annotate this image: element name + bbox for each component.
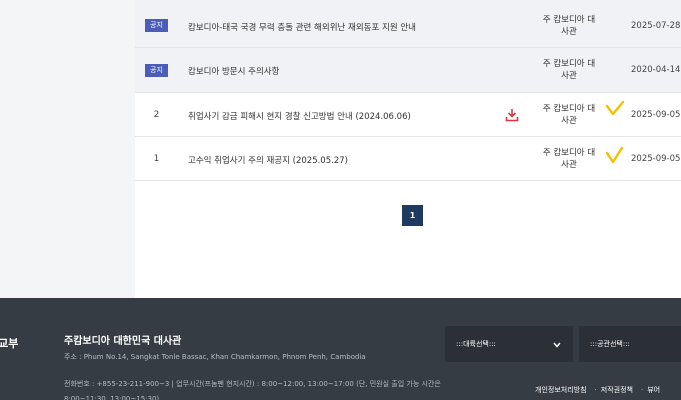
checkmark-icon [605, 100, 625, 116]
post-row[interactable]: 1 고수익 취업사기 주의 재공지 (2025.05.27) 주 캄보디아 대사… [135, 137, 681, 181]
chevron-down-icon [553, 342, 561, 348]
post-number: 1 [153, 154, 160, 164]
post-number: 2 [153, 110, 160, 120]
embassy-address: 주소 : Phum No.14, Sangkat Tonle Bassac, K… [64, 353, 366, 361]
notice-badge: 공지 [145, 19, 168, 32]
download-icon[interactable] [505, 108, 519, 122]
ministry-logo-text[interactable]: 외교부 [0, 335, 18, 351]
post-title-link[interactable]: 고수익 취업사기 주의 재공지 (2025.05.27) [188, 154, 348, 166]
notice-row[interactable]: 공지 캄보디아-태국 국경 무력 충돌 관련 해외위난 재외동포 지원 안내 주… [135, 0, 681, 48]
post-writer: 주 캄보디아 대사관 [542, 59, 596, 81]
left-sidebar-background [0, 0, 135, 298]
post-title-link[interactable]: 취업사기 감금 피해시 현지 경찰 신고방법 안내 (2024.06.06) [188, 110, 411, 122]
post-writer: 주 캄보디아 대사관 [542, 148, 596, 170]
footer-links: 개인정보처리방침 · 저작권정책 · 뷰어 [535, 385, 664, 395]
copyright-policy-link[interactable]: 저작권정책 [601, 386, 633, 394]
checkmark-icon [605, 146, 624, 164]
notice-row[interactable]: 공지 캄보디아 방문시 주의사항 주 캄보디아 대사관 2020-04-14 [135, 48, 681, 93]
embassy-name: 주캄보디아 대한민국 대사관 [64, 336, 182, 347]
post-date: 2020-04-14 [631, 65, 681, 75]
post-date: 2025-09-05 [631, 154, 681, 164]
post-title-link[interactable]: 캄보디아-태국 국경 무력 충돌 관련 해외위난 재외동포 지원 안내 [188, 21, 416, 33]
embassy-contact: 전화번호 : +855-23-211-900~3 | 업무시간(프놈펜 현지시간… [64, 380, 441, 400]
site-footer: 외교부 주캄보디아 대한민국 대사관 주소 : Phum No.14, Sang… [0, 298, 681, 400]
post-row[interactable]: 2 취업사기 감금 피해시 현지 경찰 신고방법 안내 (2024.06.06)… [135, 93, 681, 137]
privacy-policy-link[interactable]: 개인정보처리방침 [535, 386, 587, 394]
viewer-link[interactable]: 뷰어 [647, 386, 660, 394]
post-title-link[interactable]: 캄보디아 방문시 주의사항 [188, 65, 279, 77]
separator-dot: · [594, 386, 597, 394]
separator-dot: · [640, 386, 644, 394]
post-writer: 주 캄보디아 대사관 [542, 104, 596, 126]
notice-badge: 공지 [145, 64, 168, 77]
post-date: 2025-07-28 [631, 21, 681, 31]
post-date: 2025-09-05 [631, 110, 681, 120]
page-button-current[interactable]: 1 [402, 205, 423, 226]
mission-select[interactable]: :::공관선택::: [579, 326, 681, 362]
post-writer: 주 캄보디아 대사관 [542, 15, 596, 37]
